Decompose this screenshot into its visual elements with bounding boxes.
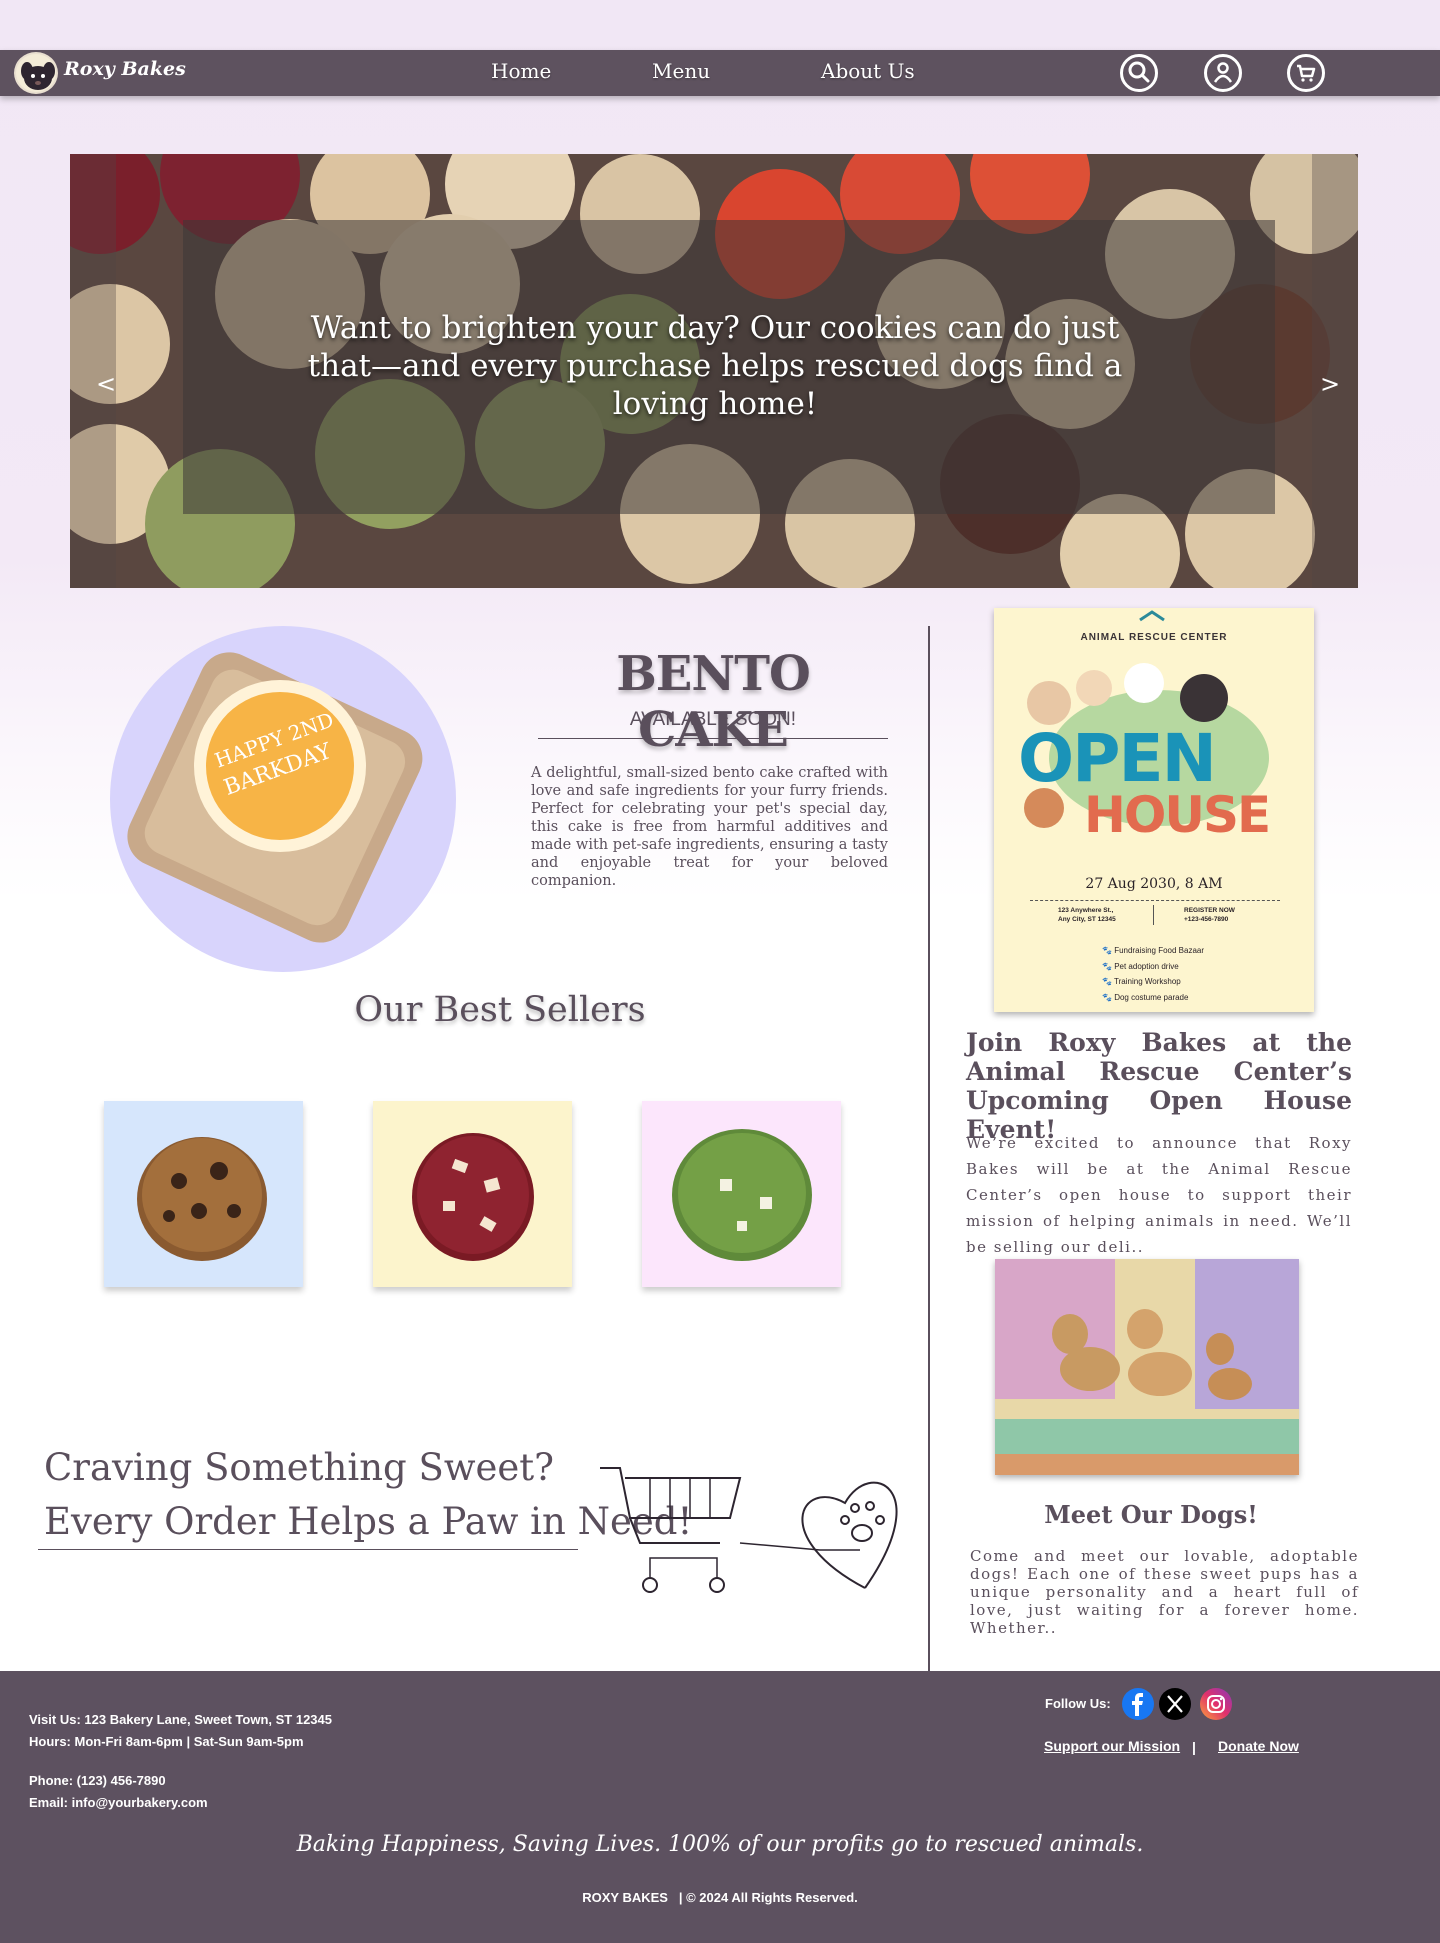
poster-register-label: REGISTER NOW [1184,907,1235,914]
bento-cake-image: HAPPY 2ND BARKDAY [127,652,423,943]
x-twitter-icon[interactable] [1159,1688,1191,1720]
adoptable-dogs-image [995,1259,1299,1475]
poster-address-line-2: Any City, ST 12345 [1058,916,1116,923]
meet-dogs-title[interactable]: Meet Our Dogs! [966,1500,1336,1529]
poster-address: 123 Anywhere St., Any City, ST 12345 [1058,906,1116,924]
footer-address: Visit Us: 123 Bakery Lane, Sweet Town, S… [29,1709,332,1753]
poster-activity-4: 🐾 Dog costume parade [1102,992,1189,1002]
poster-activity-2-label: Pet adoption drive [1114,961,1179,971]
bento-subtitle: AVAILABLE SOON! [629,709,797,730]
poster-address-line-1: 123 Anywhere St., [1058,907,1114,914]
account-icon[interactable] [1204,54,1242,92]
footer-tagline: Baking Happiness, Saving Lives. 100% of … [296,1832,1144,1857]
donate-now-link[interactable]: Donate Now [1218,1738,1299,1754]
footer-copyright-text: | © 2024 All Rights Reserved. [678,1890,858,1905]
best-seller-card-red-velvet[interactable] [373,1101,572,1287]
cart-heart-paw-illustration [600,1467,898,1593]
poster-register-phone: +123-456-7890 [1184,916,1229,923]
poster-org: ANIMAL RESCUE CENTER [1080,632,1228,643]
facebook-icon[interactable] [1122,1688,1154,1720]
poster-separator [1030,900,1280,901]
dogs-photo[interactable] [995,1259,1299,1475]
craving-underline [38,1549,578,1550]
footer-link-separator: | [1192,1739,1196,1755]
footer-contact: Phone: (123) 456-7890 Email: info@yourba… [29,1770,208,1814]
nav-about-link[interactable]: About Us [821,59,915,83]
open-house-poster[interactable]: ANIMAL RESCUE CENTER OPEN HOUSE 27 Aug 2… [994,608,1314,1012]
red-velvet-cookie-image [412,1133,534,1261]
poster-date: 27 Aug 2030, 8 AM [1085,876,1223,892]
poster-activity-2: 🐾 Pet adoption drive [1102,961,1179,971]
chocolate-chip-cookie-image [137,1137,267,1261]
poster-activity-4-label: Dog costume parade [1114,992,1189,1002]
footer-email: Email: info@yourbakery.com [29,1795,208,1810]
matcha-cookie-image [672,1129,812,1261]
poster-activity-3-label: Training Workshop [1114,977,1181,986]
instagram-icon[interactable] [1200,1688,1232,1720]
logo-dog-icon[interactable] [14,52,58,94]
poster-register: REGISTER NOW +123-456-7890 [1184,906,1235,924]
hero-headline: Want to brighten your day? Our cookies c… [307,310,1123,422]
nav-home-link[interactable]: Home [491,59,551,83]
cart-icon[interactable] [1287,54,1325,92]
event-title[interactable]: Join Roxy Bakes at the Animal Rescue Cen… [966,1028,1352,1144]
bento-cake-image-circle: HAPPY 2ND BARKDAY [110,626,456,972]
column-divider [928,626,930,1680]
poster-activities: 🐾 Fundraising Food Bazaar 🐾 Pet adoption… [1102,943,1204,1005]
poster-activity-1: 🐾 Fundraising Food Bazaar [1102,946,1205,955]
footer-hours: Hours: Mon-Fri 8am-6pm | Sat-Sun 9am-5pm [29,1734,304,1749]
bento-description: A delightful, small-sized bento cake cra… [531,765,888,889]
support-mission-link[interactable]: Support our Mission [1044,1738,1180,1754]
event-description: We’re excited to announce that Roxy Bake… [966,1134,1352,1256]
poster-activity-3: 🐾 Training Workshop [1102,977,1181,986]
footer-phone: Phone: (123) 456-7890 [29,1773,166,1788]
footer-copyright-brand: ROXY BAKES [582,1890,668,1905]
footer-copyright: ROXY BAKES | © 2024 All Rights Reserved. [0,1890,1440,1905]
search-icon[interactable] [1120,54,1158,92]
nav-menu-link[interactable]: Menu [652,59,710,83]
carousel-next-button[interactable]: > [1320,370,1340,398]
best-seller-card-chocolate-chip[interactable] [104,1101,303,1287]
best-seller-card-matcha[interactable] [642,1101,841,1287]
carousel-prev-button[interactable]: < [96,370,116,398]
footer-visit: Visit Us: 123 Bakery Lane, Sweet Town, S… [29,1712,332,1727]
meet-dogs-description: Come and meet our lovable, adoptable dog… [970,1547,1359,1637]
top-navbar: Roxy Bakes Home Menu About Us [0,50,1440,96]
bento-divider [538,738,888,739]
poster-headline-house: HOUSE [1084,786,1271,844]
poster-activity-1-label: Fundraising Food Bazaar [1114,946,1205,955]
bento-title: BENTO CAKE [616,646,811,758]
brand-name[interactable]: Roxy Bakes [64,58,186,80]
footer-follow-label: Follow Us: [1045,1696,1111,1711]
hero-carousel: Want to brighten your day? Our cookies c… [70,154,1358,588]
poster-mid-divider [1153,905,1154,925]
best-sellers-title: Our Best Sellers [354,990,646,1030]
craving-line-1: Craving Something Sweet? [44,1446,554,1489]
